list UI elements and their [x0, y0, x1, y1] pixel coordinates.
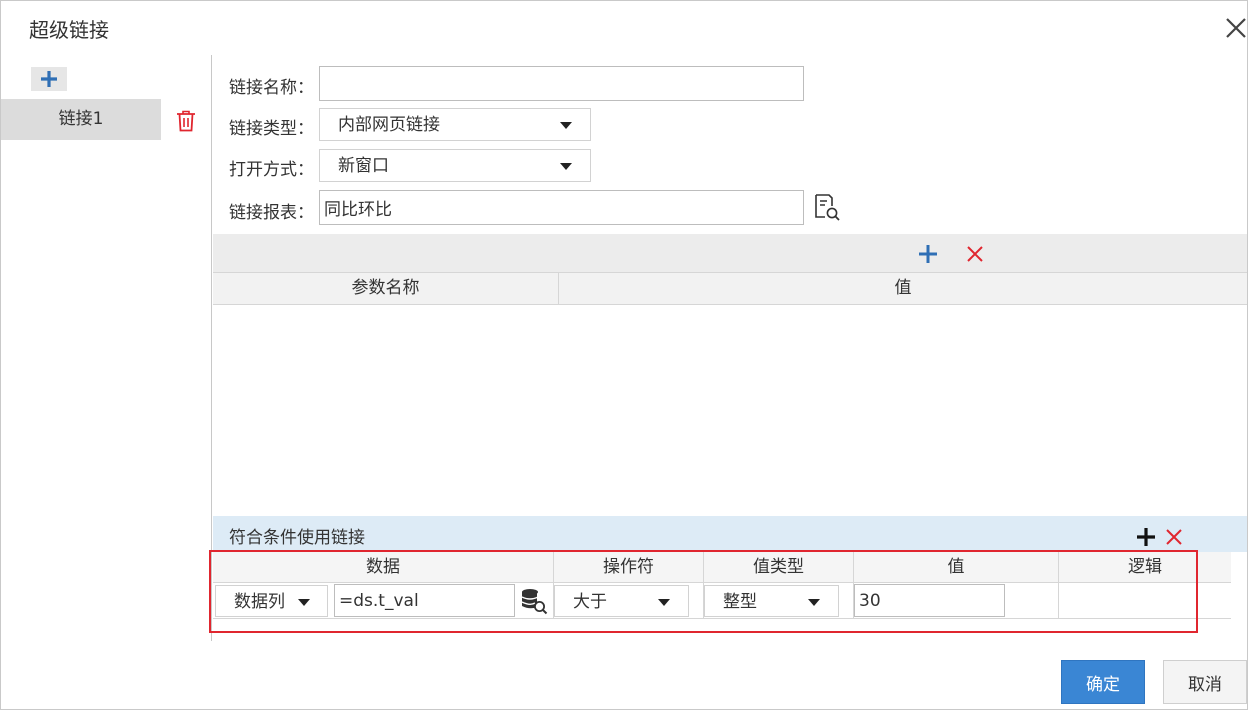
condition-row: 数据列 大于 整型: [213, 583, 1231, 619]
chevron-down-icon: [298, 599, 310, 606]
close-icon: [967, 246, 983, 262]
link-type-label: 链接类型：: [229, 119, 314, 139]
dialog-footer: 确定 取消: [1, 641, 1247, 709]
plus-icon: [919, 245, 937, 263]
dialog-title: 超级链接: [29, 18, 109, 42]
remove-param-button[interactable]: [965, 244, 985, 264]
add-condition-button[interactable]: [1135, 526, 1157, 548]
plus-icon: [1137, 528, 1155, 546]
close-icon[interactable]: [1223, 15, 1248, 41]
chevron-down-icon: [560, 122, 572, 129]
close-icon: [1166, 529, 1182, 545]
link-name-label: 链接名称：: [229, 78, 314, 98]
condition-value-type-select[interactable]: 整型: [704, 585, 839, 617]
link-report-label: 链接报表：: [229, 203, 314, 223]
chevron-down-icon: [658, 599, 670, 606]
condition-value-input[interactable]: [854, 584, 1005, 617]
chevron-down-icon: [808, 599, 820, 606]
param-toolbar: [213, 234, 1247, 272]
condition-expression-input[interactable]: [334, 584, 515, 617]
condition-data-type-value: 数据列: [234, 592, 285, 612]
link-list-item-label: 链接1: [58, 109, 104, 129]
ok-button[interactable]: 确定: [1061, 660, 1145, 704]
condition-value-column-header: 值: [947, 557, 965, 577]
condition-section-header: 符合条件使用链接: [213, 516, 1247, 552]
param-value-column-header: 值: [894, 278, 912, 298]
open-mode-label: 打开方式：: [229, 160, 314, 180]
remove-condition-button[interactable]: [1164, 527, 1184, 547]
report-search-icon[interactable]: [812, 192, 842, 222]
link-name-input[interactable]: [319, 66, 804, 101]
condition-data-type-select[interactable]: 数据列: [215, 585, 328, 617]
trash-icon[interactable]: [176, 110, 196, 132]
link-list-panel: 链接1: [1, 55, 212, 641]
condition-operator-column-header: 操作符: [603, 557, 654, 577]
plus-icon: [41, 71, 57, 87]
condition-value-type-value: 整型: [723, 592, 757, 612]
condition-value-type-column-header: 值类型: [753, 557, 804, 577]
open-mode-select[interactable]: 新窗口: [319, 149, 591, 182]
condition-data-column-header: 数据: [366, 557, 400, 577]
hyperlink-dialog: 超级链接 链接1 链接名称： 链接类型： 内部网页链接 打开方式： 新窗口 链接…: [0, 0, 1248, 710]
database-search-icon[interactable]: [520, 587, 548, 615]
add-link-button[interactable]: [31, 67, 67, 91]
link-report-input[interactable]: [319, 190, 804, 225]
add-param-button[interactable]: [917, 243, 939, 265]
link-type-select[interactable]: 内部网页链接: [319, 108, 591, 141]
condition-logic-cell[interactable]: [1059, 583, 1231, 619]
cancel-button[interactable]: 取消: [1163, 660, 1247, 704]
link-list-item[interactable]: 链接1: [1, 99, 161, 140]
param-table-header: 参数名称 值: [213, 272, 1247, 305]
condition-logic-column-header: 逻辑: [1128, 557, 1162, 577]
condition-section-title: 符合条件使用链接: [229, 528, 365, 548]
condition-operator-select[interactable]: 大于: [554, 585, 689, 617]
param-name-column-header: 参数名称: [351, 278, 420, 298]
chevron-down-icon: [560, 163, 572, 170]
link-type-value: 内部网页链接: [338, 115, 440, 135]
open-mode-value: 新窗口: [338, 156, 389, 176]
condition-operator-value: 大于: [573, 592, 607, 612]
dialog-titlebar: 超级链接: [1, 1, 1247, 55]
condition-table-header: 数据 操作符 值类型 值 逻辑: [213, 552, 1231, 583]
